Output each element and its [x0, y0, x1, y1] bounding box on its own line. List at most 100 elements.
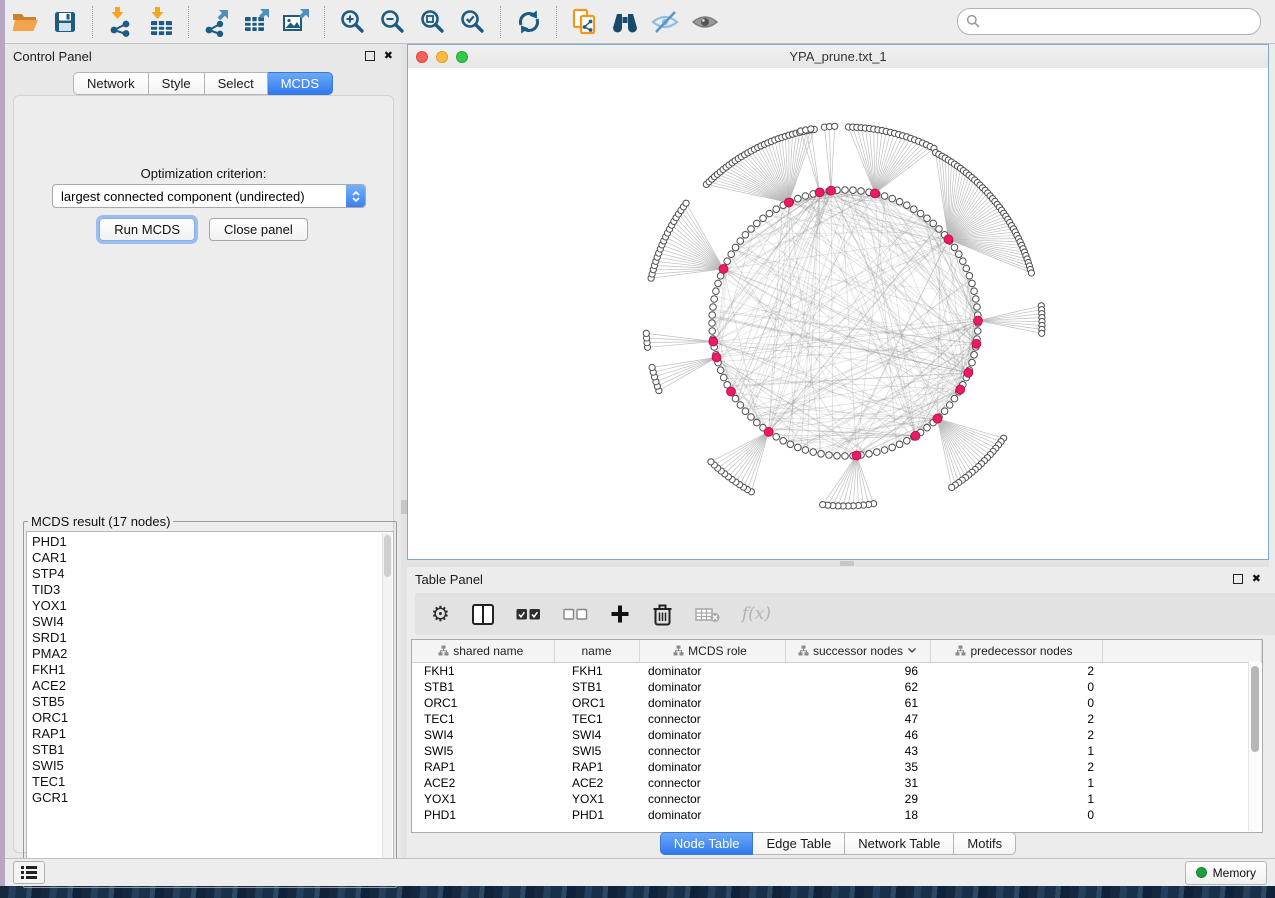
mcds-result-item[interactable]: TEC1: [32, 774, 393, 790]
deselect-all-rows-icon[interactable]: [563, 607, 588, 621]
toolbar-separator: [556, 6, 558, 38]
create-column-icon[interactable]: [610, 604, 630, 624]
close-window-icon[interactable]: [416, 51, 428, 63]
table-row[interactable]: SWI5SWI5connector431: [412, 743, 1262, 759]
minimize-window-icon[interactable]: [436, 51, 448, 63]
table-scrollbar[interactable]: [1248, 661, 1261, 831]
table-mode-gear-icon[interactable]: ⚙: [431, 604, 450, 624]
save-session-icon[interactable]: [48, 5, 82, 39]
table-row[interactable]: TEC1TEC1connector472: [412, 711, 1262, 727]
table-row[interactable]: YOX1YOX1connector291: [412, 791, 1262, 807]
table-scrollbar-thumb[interactable]: [1251, 666, 1259, 752]
column-header-shared-name[interactable]: shared name: [412, 640, 554, 663]
export-network-icon[interactable]: [200, 5, 234, 39]
mcds-result-item[interactable]: YOX1: [32, 598, 393, 614]
mcds-result-item[interactable]: PHD1: [32, 534, 393, 550]
mcds-result-item[interactable]: FKH1: [32, 662, 393, 678]
tab-node-table[interactable]: Node Table: [660, 832, 754, 855]
close-panel-button[interactable]: Close panel: [209, 218, 308, 241]
table-row[interactable]: PHD1PHD1dominator180: [412, 807, 1262, 823]
mcds-result-item[interactable]: TID3: [32, 582, 393, 598]
toolbar-separator: [188, 6, 190, 38]
tab-select[interactable]: Select: [205, 72, 268, 95]
mcds-result-item[interactable]: STP4: [32, 566, 393, 582]
show-columns-icon[interactable]: [472, 604, 494, 625]
export-table-icon[interactable]: [240, 5, 274, 39]
maximize-window-icon[interactable]: [456, 51, 468, 63]
column-header-name[interactable]: name: [554, 640, 639, 663]
tab-motifs[interactable]: Motifs: [954, 832, 1016, 855]
mcds-result-item[interactable]: RAP1: [32, 726, 393, 742]
tab-edge-table[interactable]: Edge Table: [753, 832, 845, 855]
binoculars-icon[interactable]: [608, 5, 642, 39]
toolbar-separator: [92, 6, 94, 38]
refresh-view-icon[interactable]: [512, 5, 546, 39]
zoom-selected-icon[interactable]: [456, 5, 490, 39]
table-row[interactable]: RAP1RAP1dominator352: [412, 759, 1262, 775]
mcds-result-item[interactable]: SRD1: [32, 630, 393, 646]
zoom-in-icon[interactable]: [336, 5, 370, 39]
column-header-predecessor-nodes[interactable]: predecessor nodes: [930, 640, 1102, 663]
table-row[interactable]: ORC1ORC1dominator610: [412, 695, 1262, 711]
float-panel-icon[interactable]: [365, 51, 375, 61]
clone-network-icon[interactable]: [568, 5, 602, 39]
mcds-result-item[interactable]: SWI4: [32, 614, 393, 630]
search-input[interactable]: [987, 13, 1252, 30]
task-history-button[interactable]: [13, 861, 45, 884]
mcds-result-item[interactable]: PMA2: [32, 646, 393, 662]
memory-button[interactable]: Memory: [1185, 861, 1267, 885]
delete-columns-trash-icon[interactable]: [652, 603, 673, 626]
control-panel-tabs: NetworkStyleSelectMCDS: [5, 72, 401, 95]
import-table-icon[interactable]: [144, 5, 178, 39]
float-panel-icon[interactable]: [1233, 574, 1243, 584]
tab-network-table[interactable]: Network Table: [845, 832, 954, 855]
apply-function-icon: f(x): [742, 604, 771, 624]
column-header-successor-nodes[interactable]: successor nodes: [785, 640, 930, 663]
table-panel: Table Panel ✖ ⚙ f(x) shared namenameM: [407, 567, 1269, 858]
mcds-result-item[interactable]: CAR1: [32, 550, 393, 566]
select-stepper-icon: [346, 185, 365, 207]
export-image-icon[interactable]: [280, 5, 314, 39]
close-panel-icon[interactable]: ✖: [1252, 574, 1261, 584]
column-header-MCDS-role[interactable]: MCDS role: [639, 640, 785, 663]
mcds-result-item[interactable]: STB1: [32, 742, 393, 758]
zoom-out-icon[interactable]: [376, 5, 410, 39]
memory-status-icon: [1196, 867, 1207, 878]
delete-table-icon: [695, 606, 720, 623]
table-row[interactable]: FKH1FKH1dominator962: [412, 663, 1262, 680]
node-table[interactable]: shared namenameMCDS rolesuccessor nodesp…: [411, 639, 1263, 833]
mcds-result-item[interactable]: STB5: [32, 694, 393, 710]
open-file-icon[interactable]: [8, 5, 42, 39]
mcds-result-fieldset: MCDS result (17 nodes) PHD1CAR1STP4TID3Y…: [23, 514, 397, 888]
mcds-result-item[interactable]: ORC1: [32, 710, 393, 726]
toolbar-separator: [324, 6, 326, 38]
horizontal-splitter[interactable]: [407, 560, 1269, 567]
zoom-fit-icon[interactable]: [416, 5, 450, 39]
select-all-rows-icon[interactable]: [516, 607, 541, 621]
mcds-tab-content: Optimization criterion: largest connecte…: [13, 95, 394, 853]
mcds-result-item[interactable]: ACE2: [32, 678, 393, 694]
table-row[interactable]: SWI4SWI4dominator462: [412, 727, 1262, 743]
table-row[interactable]: ACE2ACE2connector311: [412, 775, 1262, 791]
toolbar-separator: [500, 6, 502, 38]
network-window-title: YPA_prune.txt_1: [408, 49, 1268, 64]
run-mcds-button[interactable]: Run MCDS: [99, 218, 195, 241]
optimization-criterion-select[interactable]: largest connected component (undirected): [52, 184, 366, 208]
hide-selected-eye-slash-icon[interactable]: [648, 5, 682, 39]
tab-network[interactable]: Network: [73, 72, 149, 95]
import-network-icon[interactable]: [104, 5, 138, 39]
mcds-result-item[interactable]: SWI5: [32, 758, 393, 774]
close-panel-icon[interactable]: ✖: [384, 51, 393, 61]
node-attribute-table: shared namenameMCDS rolesuccessor nodesp…: [412, 640, 1262, 823]
show-all-eye-icon[interactable]: [688, 5, 722, 39]
search-field[interactable]: [957, 8, 1261, 35]
table-row[interactable]: STB1STB1dominator620: [412, 679, 1262, 695]
mcds-list-scrollbar[interactable]: [382, 533, 392, 881]
mcds-result-list[interactable]: PHD1CAR1STP4TID3YOX1SWI4SRD1PMA2FKH1ACE2…: [26, 531, 394, 883]
tab-mcds[interactable]: MCDS: [268, 72, 333, 95]
optimization-criterion-label: Optimization criterion:: [14, 166, 393, 181]
mcds-result-item[interactable]: GCR1: [32, 790, 393, 806]
network-window-titlebar[interactable]: YPA_prune.txt_1: [408, 45, 1268, 69]
tab-style[interactable]: Style: [149, 72, 205, 95]
network-canvas[interactable]: [408, 68, 1268, 559]
